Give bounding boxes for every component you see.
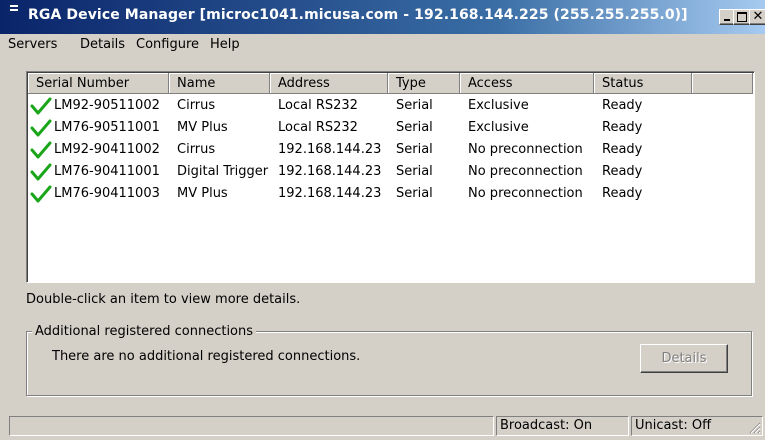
maximize-icon [737,12,747,22]
cell-serial-number: LM92-90411002 [54,142,160,157]
green-checkmark-icon [30,119,52,137]
cell-name: MV Plus [177,186,228,201]
hint-text: Double-click an item to view more detail… [26,292,301,307]
cell-address: 192.168.144.23 [278,186,382,201]
green-checkmark-icon [30,97,52,115]
cell-name: Digital Trigger [177,164,269,179]
unicast-label: Unicast: Off [635,418,712,433]
cell-status: Ready [602,186,643,201]
cell-address: 192.168.144.23 [278,142,382,157]
device-list[interactable]: Serial Number Name Address Type Access S… [26,71,755,283]
table-row[interactable]: LM92-90411002 Cirrus 192.168.144.23 Serial N… [28,139,753,161]
cell-type: Serial [396,120,433,135]
green-checkmark-icon [30,141,52,159]
cell-name: Cirrus [177,142,216,157]
menu-help[interactable]: Help [210,37,240,52]
column-header-name[interactable]: Name [169,73,270,94]
menu-bar: Servers Details Configure Help [0,34,765,56]
no-connections-message: There are no additional registered conne… [52,349,361,364]
cell-name: MV Plus [177,120,228,135]
menu-servers[interactable]: Servers [8,37,57,52]
column-header-type[interactable]: Type [388,73,460,94]
cell-address: Local RS232 [278,120,358,135]
cell-address: 192.168.144.23 [278,164,382,179]
cell-address: Local RS232 [278,98,358,113]
column-header-address[interactable]: Address [270,73,388,94]
menu-details[interactable]: Details [80,37,125,52]
window-title: RGA Device Manager [microc1041.micusa.co… [28,7,688,23]
cell-name: Cirrus [177,98,216,113]
status-panel-broadcast: Broadcast: On [496,416,629,436]
cell-type: Serial [396,142,433,157]
status-panel-unicast: Unicast: Off [631,416,763,436]
menu-configure[interactable]: Configure [136,37,199,52]
cell-status: Ready [602,120,643,135]
cell-type: Serial [396,98,433,113]
details-button[interactable]: Details [640,344,728,373]
status-panel-main [9,416,494,436]
green-checkmark-icon [30,185,52,203]
cell-serial-number: LM76-90511001 [54,120,160,135]
column-header-status[interactable]: Status [594,73,692,94]
cell-access: No preconnection [468,142,583,157]
cell-access: Exclusive [468,98,529,113]
cell-access: No preconnection [468,186,583,201]
close-icon: ✕ [752,9,764,24]
cell-serial-number: LM76-90411001 [54,164,160,179]
table-row[interactable]: LM76-90411001 Digital Trigger 192.168.144.… [28,161,753,183]
status-bar: Broadcast: On Unicast: Off [0,414,765,438]
table-row[interactable]: LM76-90411003 MV Plus 192.168.144.23 Serial… [28,183,753,205]
cell-access: Exclusive [468,120,529,135]
close-button[interactable]: ✕ [749,9,765,25]
green-checkmark-icon [30,163,52,181]
cell-access: No preconnection [468,164,583,179]
title-bar[interactable]: RGA Device Manager [microc1041.micusa.co… [0,0,765,34]
cell-status: Ready [602,142,643,157]
cell-status: Ready [602,98,643,113]
cell-type: Serial [396,164,433,179]
table-row[interactable]: LM76-90511001 MV Plus Local RS232 Serial Exc… [28,117,753,139]
group-label: Additional registered connections [32,324,257,339]
cell-type: Serial [396,186,433,201]
resize-grip-icon[interactable] [747,420,761,434]
cell-status: Ready [602,164,643,179]
minimize-icon [724,19,730,21]
column-header-extra[interactable] [692,73,753,94]
list-header: Serial Number Name Address Type Access S… [28,73,753,95]
cell-serial-number: LM92-90511002 [54,98,160,113]
app-icon[interactable] [10,5,22,15]
column-header-serial-number[interactable]: Serial Number [28,73,169,94]
table-row[interactable]: LM92-90511002 Cirrus Local RS232 Serial Excl… [28,95,753,117]
cell-serial-number: LM76-90411003 [54,186,160,201]
column-header-access[interactable]: Access [460,73,594,94]
